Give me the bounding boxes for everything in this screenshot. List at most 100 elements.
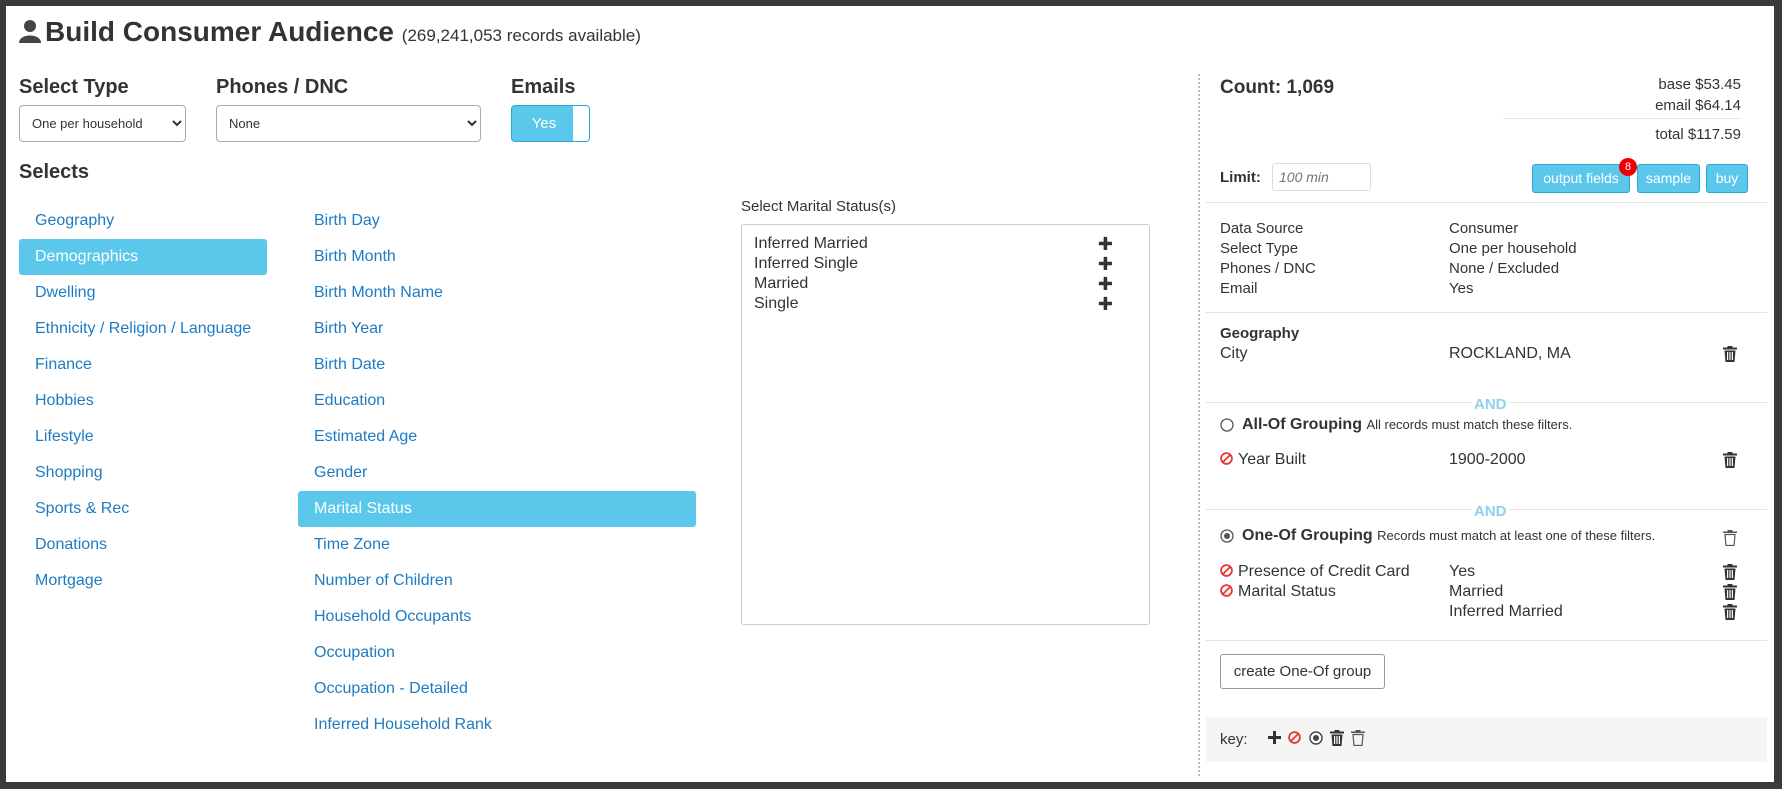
page-title: Build Consumer Audience (269,241,053 rec… — [19, 16, 641, 48]
marital-status-box: Inferred Married ✚ Inferred Single ✚ Married… — [741, 224, 1150, 625]
category-lifestyle[interactable]: Lifestyle — [19, 419, 267, 455]
app-window: Build Consumer Audience (269,241,053 rec… — [6, 6, 1774, 782]
info-value: Yes — [1449, 280, 1474, 297]
trash-outline-icon — [1351, 730, 1365, 746]
subcategory-occupation-detailed[interactable]: Occupation - Detailed — [298, 671, 696, 707]
subcategory-occupation[interactable]: Occupation — [298, 635, 696, 671]
subcategory-gender[interactable]: Gender — [298, 455, 696, 491]
emails-toggle[interactable]: Yes — [511, 105, 590, 142]
subcategory-birth-year[interactable]: Birth Year — [298, 311, 696, 347]
trash-icon[interactable] — [1723, 564, 1737, 580]
marital-option-label: Single — [754, 295, 799, 312]
oneof-row-value: Married — [1449, 583, 1504, 600]
info-value: Consumer — [1449, 220, 1519, 237]
radio-icon[interactable] — [1220, 418, 1234, 432]
divider — [1206, 202, 1767, 203]
create-oneof-group-button[interactable]: create One-Of group — [1220, 654, 1385, 689]
subcategory-estimated-age[interactable]: Estimated Age — [298, 419, 696, 455]
radio-selected-icon — [1309, 731, 1323, 745]
price-total: total $117.59 — [1655, 126, 1741, 143]
category-mortgage[interactable]: Mortgage — [19, 563, 267, 599]
trash-icon[interactable] — [1723, 452, 1737, 468]
emails-toggle-text: Yes — [531, 115, 557, 132]
phones-dnc-dropdown[interactable]: None — [216, 105, 481, 142]
oneof-row-key: Marital Status — [1220, 583, 1336, 601]
oneof-title: One-Of Grouping Records must match at le… — [1242, 527, 1655, 545]
subcategory-birth-day[interactable]: Birth Day — [298, 203, 696, 239]
price-base: base $53.45 — [1658, 76, 1741, 93]
phones-dnc-label: Phones / DNC — [216, 76, 349, 98]
ban-icon[interactable] — [1220, 452, 1233, 465]
marital-option-label: Inferred Single — [754, 255, 859, 272]
select-type-dropdown[interactable]: One per household — [19, 105, 186, 142]
user-icon — [19, 20, 41, 43]
emails-label: Emails — [511, 76, 576, 98]
subcategory-birth-month[interactable]: Birth Month — [298, 239, 696, 275]
oneof-key-text: Marital Status — [1238, 583, 1336, 600]
limit-input[interactable] — [1272, 163, 1371, 191]
category-hobbies[interactable]: Hobbies — [19, 383, 267, 419]
marital-option[interactable]: Single ✚ — [754, 294, 1139, 315]
plus-icon[interactable]: ✚ — [1098, 294, 1113, 315]
output-fields-button[interactable]: output fields — [1532, 164, 1630, 193]
oneof-key-text: Presence of Credit Card — [1238, 563, 1410, 580]
marital-option[interactable]: Married ✚ — [754, 274, 1139, 295]
subcategory-education[interactable]: Education — [298, 383, 696, 419]
title-text: Build Consumer Audience — [45, 16, 395, 47]
output-fields-badge: 8 — [1619, 158, 1637, 176]
sample-button[interactable]: sample — [1637, 164, 1700, 193]
ban-icon[interactable] — [1220, 564, 1233, 577]
info-key: Email — [1220, 280, 1258, 297]
category-ethnicity-religion-language[interactable]: Ethnicity / Religion / Language — [19, 311, 267, 347]
buy-button[interactable]: buy — [1706, 164, 1748, 193]
plus-icon[interactable]: ✚ — [1098, 254, 1113, 275]
geography-title: Geography — [1220, 325, 1300, 342]
subcategory-inferred-household-rank[interactable]: Inferred Household Rank — [298, 707, 696, 743]
subcategory-number-of-children[interactable]: Number of Children — [298, 563, 696, 599]
marital-option[interactable]: Inferred Single ✚ — [754, 254, 1139, 275]
trash-outline-icon[interactable] — [1723, 530, 1737, 546]
and-separator: AND — [1472, 503, 1509, 520]
category-dwelling[interactable]: Dwelling — [19, 275, 267, 311]
category-donations[interactable]: Donations — [19, 527, 267, 563]
toggle-knob — [573, 106, 589, 141]
plus-icon[interactable]: ✚ — [1098, 234, 1113, 255]
price-divider — [1503, 118, 1741, 119]
divider — [1206, 640, 1767, 641]
trash-icon[interactable] — [1723, 604, 1737, 620]
subcategory-household-occupants[interactable]: Household Occupants — [298, 599, 696, 635]
allof-row: Year Built — [1220, 451, 1306, 469]
marital-option[interactable]: Inferred Married ✚ — [754, 234, 1139, 255]
ban-icon — [1288, 731, 1301, 744]
ban-icon[interactable] — [1220, 584, 1233, 597]
category-finance[interactable]: Finance — [19, 347, 267, 383]
marital-option-label: Married — [754, 275, 809, 292]
oneof-title-text: One-Of Grouping — [1242, 527, 1373, 544]
selects-label: Selects — [19, 161, 90, 183]
subcategory-time-zone[interactable]: Time Zone — [298, 527, 696, 563]
oneof-row-value: Yes — [1449, 563, 1476, 580]
category-shopping[interactable]: Shopping — [19, 455, 267, 491]
info-value: None / Excluded — [1449, 260, 1560, 277]
subcategory-birth-date[interactable]: Birth Date — [298, 347, 696, 383]
subcategory-birth-month-name[interactable]: Birth Month Name — [298, 275, 696, 311]
geography-key: City — [1220, 345, 1248, 362]
record-count: Count: 1,069 — [1220, 77, 1335, 98]
category-sports-rec[interactable]: Sports & Rec — [19, 491, 267, 527]
category-demographics[interactable]: Demographics — [19, 239, 267, 275]
plus-icon[interactable]: ✚ — [1098, 274, 1113, 295]
subcategory-marital-status[interactable]: Marital Status — [298, 491, 696, 527]
records-available: (269,241,053 records available) — [401, 26, 641, 45]
category-geography[interactable]: Geography — [19, 203, 267, 239]
oneof-row-value: Inferred Married — [1449, 603, 1563, 620]
info-value: One per household — [1449, 240, 1577, 257]
trash-icon — [1330, 730, 1344, 746]
plus-icon — [1268, 731, 1281, 744]
allof-value: 1900-2000 — [1449, 451, 1526, 468]
marital-status-title: Select Marital Status(s) — [741, 198, 897, 215]
trash-icon[interactable] — [1723, 584, 1737, 600]
allof-title-text: All-Of Grouping — [1242, 416, 1362, 433]
trash-icon[interactable] — [1723, 346, 1737, 362]
radio-selected-icon[interactable] — [1220, 529, 1234, 543]
geography-value: ROCKLAND, MA — [1449, 345, 1571, 362]
